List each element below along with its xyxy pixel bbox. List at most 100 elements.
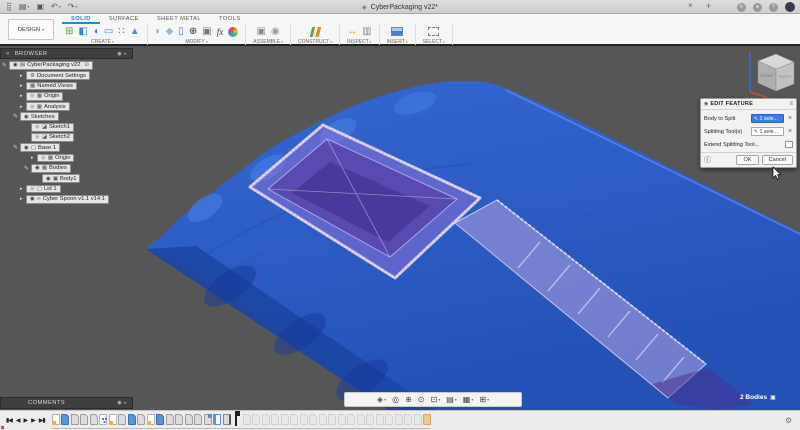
display-settings-icon[interactable]: ▤▾ [446, 395, 457, 404]
browser-item-chip[interactable]: ▦Named Views [26, 82, 77, 91]
timeline-feature-ghost-suppressed[interactable] [319, 414, 327, 425]
timeline-feature-solid[interactable] [118, 414, 126, 425]
fillet-icon[interactable]: ◗ [155, 26, 161, 38]
close-tab-icon[interactable]: × [688, 1, 693, 10]
timeline-feature-pattern[interactable] [99, 414, 107, 425]
visibility-eye-icon[interactable]: ◉ [30, 93, 35, 99]
model-cyberpackaging[interactable] [0, 46, 800, 410]
timeline-feature-ghost-suppressed[interactable] [300, 414, 308, 425]
user-avatar[interactable] [785, 2, 795, 12]
selection-field[interactable]: ↖1 sele... [751, 114, 784, 123]
timeline-feature-combine[interactable] [204, 414, 212, 425]
timeline-feature-ghost-suppressed[interactable] [366, 414, 374, 425]
browser-item-chip[interactable]: ◉◪Sketch2 [31, 133, 74, 142]
grid-snaps-icon[interactable]: ▦▾ [463, 395, 474, 404]
browser-item-chip[interactable]: ◉▢Lid 1 [26, 185, 61, 194]
clear-selection-icon[interactable]: × [787, 115, 793, 122]
shell-icon[interactable]: ▯ [178, 26, 184, 38]
browser-item-chip[interactable]: ◉▣Body1 [42, 174, 80, 183]
timeline-feature-extrude[interactable] [156, 414, 164, 425]
save-icon[interactable]: ▣ [36, 2, 44, 12]
browser-item-chip[interactable]: ◉◪Sketch1 [31, 123, 74, 132]
app-grid-icon[interactable]: ⣿ [6, 2, 12, 12]
timeline-feature-offset[interactable] [213, 414, 221, 425]
tab-tools[interactable]: TOOLS [210, 14, 250, 24]
viewport-3d[interactable]: FRONT RIGHT « BROWSER ◉ ▸ ✎◉▤CyberPackag… [0, 46, 800, 410]
dialog-menu-icon[interactable]: ≡ [789, 101, 793, 107]
browser-item-sketches[interactable]: ✎◉Sketches [2, 112, 109, 121]
step-back-button[interactable]: ◀ [16, 417, 20, 424]
tab-solid[interactable]: SOLID [62, 14, 100, 24]
orbit-icon[interactable]: ◈▾ [377, 395, 386, 404]
form-icon[interactable]: ◖ [93, 26, 99, 38]
timeline-feature-ghost-suppressed[interactable] [347, 414, 355, 425]
browser-item-chip[interactable]: ◉Sketches [20, 112, 59, 121]
timeline-feature-ghost-suppressed[interactable] [385, 414, 393, 425]
timeline-feature-ghost-suppressed[interactable] [395, 414, 403, 425]
selection-field[interactable]: ↖1 sele... [751, 127, 784, 136]
panel-arrow-icon[interactable]: ▸ [124, 51, 127, 57]
browser-item-cyberpackaging-v22[interactable]: ✎◉▤CyberPackaging v22⊙ [2, 61, 109, 70]
timeline-feature-sketch[interactable] [52, 414, 60, 425]
timeline-feature-ghost-suppressed[interactable] [309, 414, 317, 425]
browser-item-document-settings[interactable]: ▸⚙Document Settings [2, 71, 109, 80]
insert-image-icon[interactable] [391, 27, 403, 36]
pan-icon[interactable]: ⊕ [405, 395, 412, 404]
timeline-feature-ghost-suppressed[interactable] [357, 414, 365, 425]
appearance-icon[interactable] [228, 27, 238, 37]
group-label-inspect[interactable]: INSPECT▾ [347, 39, 371, 45]
new-component-icon[interactable]: ▣ [257, 26, 266, 38]
group-label-assemble[interactable]: ASSEMBLE▾ [253, 39, 283, 45]
timeline-gear-icon[interactable]: ⚙ [785, 416, 800, 425]
visibility-eye-icon[interactable]: ◉ [24, 145, 29, 151]
timeline-playhead[interactable] [233, 412, 240, 427]
browser-item-chip[interactable]: ◉▤CyberPackaging v22⊙ [9, 61, 93, 70]
select-icon[interactable] [428, 27, 439, 36]
press-pull-icon[interactable]: ▣ [202, 26, 211, 38]
visibility-eye-icon[interactable]: ◉ [35, 165, 40, 171]
section-analysis-icon[interactable]: ▥ [362, 26, 371, 38]
group-label-select[interactable]: SELECT▾ [423, 39, 445, 45]
timeline-feature-split[interactable] [223, 414, 231, 425]
browser-item-chip[interactable]: ◉▦Origin [26, 92, 63, 101]
panel-arrow-icon[interactable]: ▸ [124, 400, 127, 406]
browser-item-sketch2[interactable]: ◉◪Sketch2 [2, 133, 109, 142]
visibility-eye-icon[interactable]: ◉ [13, 62, 18, 68]
redo-icon[interactable]: ↷▾ [68, 2, 78, 12]
browser-item-chip[interactable]: ◉∞Cyber Spoon v1.1 v14:1 [26, 195, 109, 204]
visibility-eye-icon[interactable]: ◉ [46, 176, 51, 182]
construct-plane-icon[interactable] [309, 27, 320, 37]
go-to-start-button[interactable]: ▮◀ [6, 417, 12, 424]
look-at-icon[interactable]: ◎ [392, 395, 399, 404]
visibility-eye-icon[interactable]: ◉ [41, 155, 46, 161]
timeline-feature-ghost-suppressed[interactable] [262, 414, 270, 425]
browser-item-cyber-spoon-v1-1-v14-1[interactable]: ▸◉∞Cyber Spoon v1.1 v14:1 [2, 195, 109, 204]
zoom-icon[interactable]: ⊙ [418, 395, 425, 404]
ok-button[interactable]: OK [736, 155, 758, 165]
notifications-icon[interactable]: ● [753, 3, 762, 12]
timeline-feature-solid[interactable] [175, 414, 183, 425]
browser-item-base-1[interactable]: ✎◉▢Base 1 [2, 143, 109, 152]
timeline-feature-solid[interactable] [71, 414, 79, 425]
move-icon[interactable]: ⊕ [189, 26, 197, 38]
chamfer-icon[interactable]: ◆ [166, 26, 174, 38]
timeline-feature-ghost-suppressed[interactable] [252, 414, 260, 425]
timeline-feature-extrude[interactable] [128, 414, 136, 425]
timeline-feature-sketch[interactable] [109, 414, 117, 425]
timeline-feature-ghost-suppressed[interactable] [404, 414, 412, 425]
timeline-feature-ghost-suppressed[interactable] [281, 414, 289, 425]
visibility-eye-icon[interactable]: ◉ [24, 114, 29, 120]
browser-item-chip[interactable]: ◉▦Analysis [26, 102, 70, 111]
comments-panel-header[interactable]: COMMENTS ◉ ▸ [0, 397, 133, 409]
info-icon[interactable]: ⓘ [704, 155, 711, 165]
browser-item-chip[interactable]: ◉▦Bodies [31, 164, 71, 173]
help-icon[interactable]: ? [769, 3, 778, 12]
timeline-feature-solid[interactable] [194, 414, 202, 425]
parameters-icon[interactable]: fx [217, 26, 224, 38]
derive-icon[interactable]: ▭ [104, 26, 113, 38]
job-status-icon[interactable]: ↻ [737, 3, 746, 12]
visibility-eye-icon[interactable]: ◉ [30, 186, 35, 192]
tab-sheet-metal[interactable]: SHEET METAL [148, 14, 210, 24]
visibility-eye-icon[interactable]: ◉ [30, 104, 35, 110]
timeline-feature-solid[interactable] [185, 414, 193, 425]
